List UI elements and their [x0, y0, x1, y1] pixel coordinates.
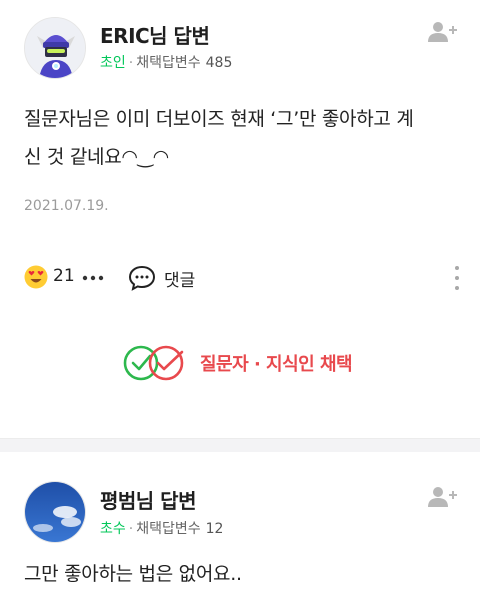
answer-separator: [0, 438, 480, 452]
adopted-count: 485: [205, 55, 233, 71]
adopted-label: 채택답변수: [136, 55, 201, 71]
answer-body-line: 그만 좋아하는 법은 없어요..: [24, 563, 242, 585]
add-friend-button[interactable]: [428, 485, 458, 509]
author-name[interactable]: ERIC님 답변: [100, 20, 210, 49]
add-friend-button[interactable]: [428, 20, 458, 44]
add-friend-icon: [428, 487, 457, 507]
adopted-label-text: 질문자 · 지식인 채택: [200, 354, 353, 375]
adopted-badge: 질문자 · 지식인 채택: [0, 340, 480, 386]
author-meta: 초수 · 채택답변수 12: [100, 518, 223, 538]
adopted-count: 12: [205, 521, 224, 537]
avatar[interactable]: [24, 17, 86, 79]
author-name[interactable]: 평범님 답변: [100, 485, 196, 514]
meta-separator: ·: [128, 55, 134, 71]
avatar[interactable]: [24, 481, 86, 543]
author-rank: 초인: [100, 55, 126, 71]
answer-body: 질문자님은 이미 더보이즈 현재 ‘그’만 좋아하고 계 신 것 같네요◠‿◠: [24, 100, 464, 176]
answer-body-line: 질문자님은 이미 더보이즈 현재 ‘그’만 좋아하고 계: [24, 108, 414, 130]
author-rank: 초수: [100, 521, 126, 537]
avatar-sky-image: [25, 482, 85, 542]
answer-actions: 21 댓글: [0, 262, 480, 294]
meta-separator: ·: [128, 521, 134, 537]
answer-card: ERIC님 답변 초인 · 채택답변수 485 질문자님은 이미 더보이즈 현재 ‘그…: [0, 0, 480, 438]
avatar-viking-image: [25, 18, 85, 78]
adopted-label: 채택답변수: [136, 521, 201, 537]
answer-date: 2021.07.19.: [24, 198, 109, 214]
answer-body: 그만 좋아하는 법은 없어요..: [24, 557, 464, 591]
reaction-count: 21: [53, 266, 75, 286]
add-friend-icon: [428, 22, 457, 42]
comment-icon: [128, 265, 156, 291]
more-dots-icon[interactable]: [82, 275, 104, 281]
answer-body-line: 신 것 같네요◠‿◠: [24, 146, 169, 168]
kebab-menu-icon[interactable]: [454, 264, 460, 292]
adopted-check-icon: [123, 345, 184, 381]
comment-label: 댓글: [164, 271, 196, 291]
heart-eyes-emoji-icon[interactable]: [24, 265, 48, 289]
author-meta: 초인 · 채택답변수 485: [100, 52, 232, 72]
